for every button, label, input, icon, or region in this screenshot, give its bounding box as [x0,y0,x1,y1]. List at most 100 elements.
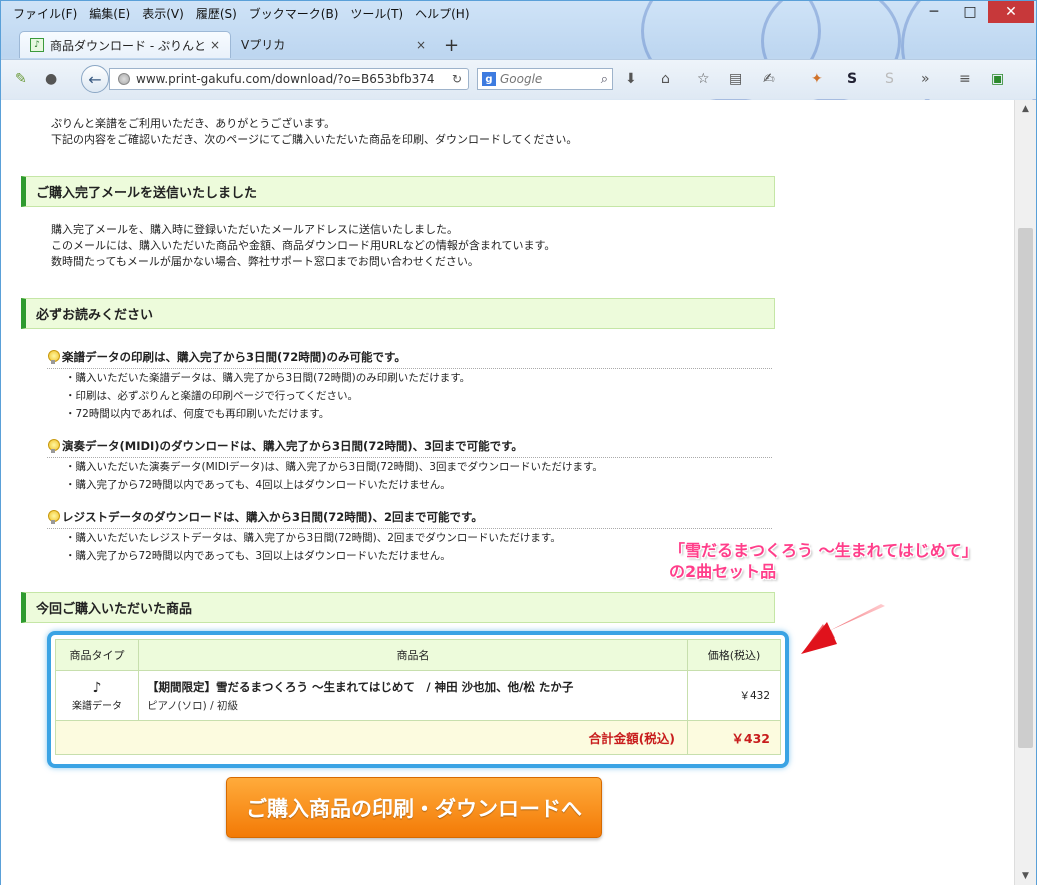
reload-icon[interactable]: ↻ [452,72,468,86]
pen-addon-icon[interactable]: ✍ [763,68,775,90]
tab-close-icon[interactable]: × [416,38,426,52]
notice-block-print: 楽譜データの印刷は、購入完了から3日間(72時間)のみ可能です。 ・購入いただい… [47,349,772,423]
section-heading-mail-sent: ご購入完了メールを送信いたしました [21,176,775,207]
section-heading-purchased: 今回ご購入いただいた商品 [21,592,775,623]
new-tab-button[interactable]: + [436,35,467,58]
col-name-header: 商品名 [138,639,688,671]
window-close-button[interactable]: ✕ [988,1,1034,23]
leaf-icon[interactable]: ✎ [15,68,27,90]
tab-close-icon[interactable]: × [210,38,220,52]
disabled-addon-icon: S [885,71,894,87]
paragraph-line: 数時間たってもメールが届かない場合、弊社サポート窓口までお問い合わせください。 [51,255,479,268]
menu-bookmarks[interactable]: ブックマーク(B) [243,3,345,23]
menu-file[interactable]: ファイル(F) [7,3,83,23]
notice-title: 楽譜データの印刷は、購入完了から3日間(72時間)のみ可能です。 [47,349,772,369]
notice-title-text: 演奏データ(MIDI)のダウンロードは、購入完了から3日間(72時間)、3回まで… [62,439,523,453]
address-bar[interactable]: www.print-gakufu.com/download/?o=B653bfb… [109,68,469,90]
product-type-cell: ♪ 楽譜データ [55,670,139,721]
site-favicon-icon: ♪ [30,38,44,52]
url-text[interactable]: www.print-gakufu.com/download/?o=B653bfb… [136,72,446,86]
tab-label: 商品ダウンロード - ぷりんと楽譜 [50,38,204,53]
google-engine-icon[interactable]: g [482,72,496,86]
fox-addon-icon[interactable]: ✦ [811,68,823,90]
vertical-scrollbar[interactable]: ▲ ▼ [1014,100,1036,885]
table-row: ♪ 楽譜データ 【期間限定】雪だるまつくろう ～生まれてはじめて / 神田 沙也… [55,670,781,721]
window-controls: ─ □ ✕ [916,1,1034,23]
notice-block-midi: 演奏データ(MIDI)のダウンロードは、購入完了から3日間(72時間)、3回まで… [47,438,772,494]
paragraph-line: このメールには、購入いただいた商品や金額、商品ダウンロード用URLなどの情報が含… [51,239,556,252]
notice-block-regist: レジストデータのダウンロードは、購入から3日間(72時間)、2回まで可能です。 … [47,509,772,565]
total-label: 合計金額(税込) [55,720,688,755]
page-content: ぷりんと楽譜をご利用いただき、ありがとうございます。 下記の内容をご確認いただき… [1,100,1014,885]
scrollbar-thumb[interactable] [1018,228,1033,748]
tab-strip: ♪ 商品ダウンロード - ぷりんと楽譜 × Vプリカ × + [19,31,467,58]
maximize-button[interactable]: □ [952,1,988,23]
lightbulb-icon [47,509,60,525]
tab-label: Vプリカ [241,38,286,52]
product-name-cell: 【期間限定】雪だるまつくろう ～生まれてはじめて / 神田 沙也加、他/松 たか… [138,670,688,721]
back-icon: ← [88,69,102,89]
addon-globe-icon[interactable]: ● [45,68,57,90]
site-identity-icon[interactable] [118,73,130,85]
search-box[interactable]: g ⌕ [477,68,613,90]
notice-item: ・購入いただいた演奏データ(MIDIデータ)は、購入完了から3日間(72時間)、… [65,461,603,473]
minimize-button[interactable]: ─ [916,1,952,23]
overflow-chevron-icon[interactable]: » [921,68,930,90]
addon-shield-icon[interactable]: ▣ [991,68,1004,90]
intro-line: 下記の内容をご確認いただき、次のページにてご購入いただいた商品を印刷、ダウンロー… [51,133,578,146]
menu-edit[interactable]: 編集(E) [83,3,136,23]
menu-history[interactable]: 履歴(S) [190,3,243,23]
total-row: 合計金額(税込) ￥432 [55,720,781,755]
paragraph-line: 購入完了メールを、購入時に登録いただいたメールアドレスに送信いたしました。 [51,223,458,236]
purchased-items-table: 商品タイプ 商品名 価格(税込) ♪ 楽譜データ 【期間限定】雪だるまつくろう … [55,639,781,755]
home-icon[interactable]: ⌂ [661,68,670,90]
scroll-up-icon[interactable]: ▲ [1015,100,1036,118]
tab-download[interactable]: ♪ 商品ダウンロード - ぷりんと楽譜 × [19,31,231,58]
intro-text: ぷりんと楽譜をご利用いただき、ありがとうございます。 下記の内容をご確認いただき… [51,116,577,148]
print-download-button[interactable]: ご購入商品の印刷・ダウンロードへ [226,777,602,838]
browser-window: ファイル(F) 編集(E) 表示(V) 履歴(S) ブックマーク(B) ツール(… [0,0,1037,885]
notice-item: ・購入完了から72時間以内であっても、4回以上はダウンロードいただけません。 [65,479,451,491]
section-heading-notice: 必ずお読みください [21,298,775,329]
skype-addon-icon[interactable]: S [847,68,857,90]
notice-item: ・購入完了から72時間以内であっても、3回以上はダウンロードいただけません。 [65,550,451,562]
notice-title-text: 楽譜データの印刷は、購入完了から3日間(72時間)のみ可能です。 [62,350,406,364]
purchased-items-highlight: 商品タイプ 商品名 価格(税込) ♪ 楽譜データ 【期間限定】雪だるまつくろう … [47,631,789,768]
notice-item: ・印刷は、必ずぷりんと楽譜の印刷ページで行ってください。 [65,390,358,402]
lightbulb-icon [47,438,60,454]
col-type-header: 商品タイプ [55,639,139,671]
menu-icon[interactable]: ≡ [959,68,971,90]
annotation-arrow-icon [801,604,885,654]
reading-list-icon[interactable]: ▤ [729,68,742,90]
menu-view[interactable]: 表示(V) [136,3,190,23]
menu-tools[interactable]: ツール(T) [344,3,409,23]
col-price-header: 価格(税込) [687,639,781,671]
annotation-callout: 「雪だるまつくろう ～生まれてはじめて」 の2曲セット品 [669,540,978,582]
back-button[interactable]: ← [81,65,109,93]
product-type-label: 楽譜データ [72,700,122,712]
callout-line: 「雪だるまつくろう ～生まれてはじめて」 [669,541,978,560]
product-price: ￥432 [687,670,781,721]
search-input[interactable] [500,72,597,86]
callout-line: の2曲セット品 [669,562,777,581]
scroll-down-icon[interactable]: ▼ [1015,867,1036,885]
download-icon[interactable]: ⬇ [625,68,637,90]
intro-line: ぷりんと楽譜をご利用いただき、ありがとうございます。 [51,117,336,130]
mail-sent-text: 購入完了メールを、購入時に登録いただいたメールアドレスに送信いたしました。 この… [51,222,555,270]
notice-item: ・72時間以内であれば、何度でも再印刷いただけます。 [65,408,330,420]
notice-title: レジストデータのダウンロードは、購入から3日間(72時間)、2回まで可能です。 [47,509,772,529]
bookmark-star-icon[interactable]: ☆ [697,68,710,90]
search-icon[interactable]: ⌕ [601,72,608,87]
lightbulb-icon [47,349,60,365]
menu-help[interactable]: ヘルプ(H) [409,3,475,23]
notice-item: ・購入いただいた楽譜データは、購入完了から3日間(72時間)のみ印刷いただけます… [65,372,471,384]
navigation-toolbar: ✎ ● ← www.print-gakufu.com/download/?o=B… [1,59,1036,99]
music-note-icon: ♪ [92,679,102,696]
notice-item: ・購入いただいたレジストデータは、購入完了から3日間(72時間)、2回までダウン… [65,532,561,544]
menu-bar: ファイル(F) 編集(E) 表示(V) 履歴(S) ブックマーク(B) ツール(… [7,3,476,23]
total-value: ￥432 [687,720,781,755]
tab-vpreca[interactable]: Vプリカ × [231,31,436,58]
table-header-row: 商品タイプ 商品名 価格(税込) [55,639,781,671]
product-desc: ピアノ(ソロ) / 初級 [147,699,238,712]
browser-chrome: ファイル(F) 編集(E) 表示(V) 履歴(S) ブックマーク(B) ツール(… [1,1,1036,100]
